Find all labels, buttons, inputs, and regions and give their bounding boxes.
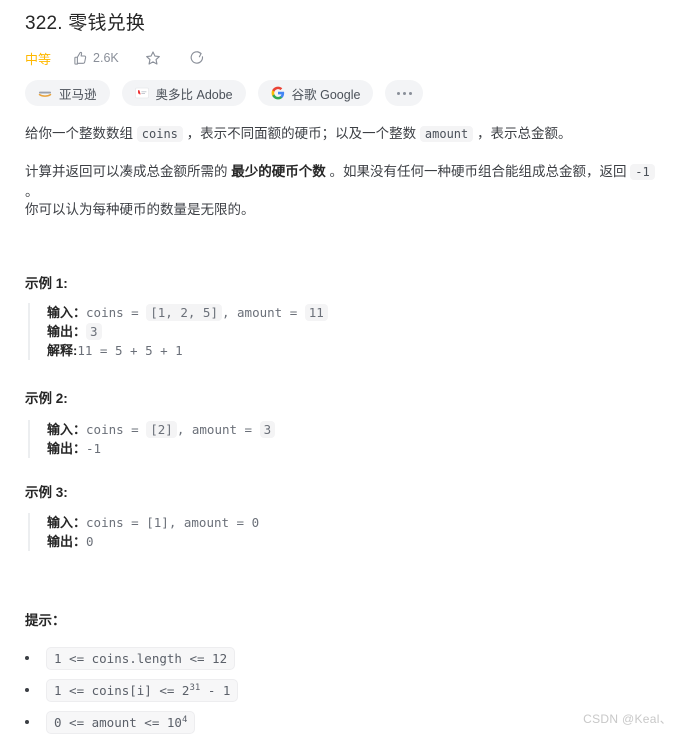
- problem-meta-row: 中等 2.6K: [25, 46, 205, 70]
- hints-list: 1 <= coins.length <= 12 1 <= coins[i] <=…: [25, 642, 239, 736]
- google-logo: [271, 86, 285, 100]
- company-tag-label: 谷歌 Google: [291, 87, 361, 102]
- input-label: 输入：: [47, 515, 87, 530]
- input-amount-value: 11: [304, 304, 328, 321]
- company-tag-adobe[interactable]: 奥多比 Adobe: [121, 80, 246, 106]
- output-label: 输出：: [47, 324, 87, 339]
- explain-label: 解释:: [47, 343, 78, 358]
- hint-constraint: 1 <= coins.length <= 12: [46, 646, 236, 670]
- example-1-block: 输入：coins = [1, 2, 5], amount = 11 输出： 3 解…: [28, 303, 328, 360]
- example-2-output-line: 输出：-1: [47, 439, 275, 458]
- example-2-heading: 示例 2:: [25, 391, 68, 406]
- example-1-input-line: 输入：coins = [1, 2, 5], amount = 11: [47, 303, 328, 322]
- explain-text: 11 = 5 + 5 + 1: [77, 343, 183, 358]
- difficulty-badge: 中等: [25, 51, 52, 67]
- desc-text: ，表示总金额。: [473, 126, 572, 141]
- example-3-input-line: 输入：coins = [1], amount = 0: [47, 513, 259, 532]
- desc-emphasis: 最少的硬币个数: [231, 164, 326, 179]
- company-tag-label: 亚马逊: [59, 87, 97, 102]
- inline-code-minus-one: -1: [630, 164, 655, 180]
- desc-text: 给你一个整数数组: [25, 126, 137, 141]
- hint-base: 1 <= coins.length <= 12: [54, 650, 228, 666]
- hint-item: 1 <= coins.length <= 12: [25, 642, 238, 674]
- example-1-explain-line: 解释:11 = 5 + 5 + 1: [47, 341, 328, 360]
- share-icon: [189, 50, 205, 66]
- input-pre: coins =: [86, 422, 147, 437]
- desc-text: 。如果没有任何一种硬币组合能组成总金额，返回: [325, 164, 631, 179]
- description-paragraph-3: 你可以认为每种硬币的数量是无限的。: [25, 202, 255, 217]
- input-coins-value: [1, 2, 5]: [146, 304, 222, 321]
- bullet-icon: [25, 688, 29, 692]
- hint-base: 0 <= amount <= 10: [54, 714, 182, 730]
- example-2-block: 输入：coins = [2], amount = 3 输出：-1: [28, 420, 276, 458]
- hints-heading: 提示：: [25, 613, 66, 628]
- input-mid: , amount =: [176, 422, 260, 437]
- hint-sup: 4: [181, 714, 188, 725]
- desc-text: 。: [25, 184, 39, 199]
- example-1-output-line: 输出： 3: [47, 322, 328, 341]
- example-1-heading: 示例 1:: [25, 276, 68, 291]
- input-mid: , amount =: [221, 305, 305, 320]
- description-paragraph-1: 给你一个整数数组 coins ，表示不同面额的硬币；以及一个整数 amount …: [25, 124, 670, 144]
- adobe-logo: [134, 86, 149, 100]
- like-button[interactable]: 2.6K: [73, 51, 119, 66]
- favorite-button[interactable]: [145, 50, 161, 66]
- input-pre: coins =: [86, 515, 147, 530]
- input-amount-value: 3: [259, 421, 276, 438]
- inline-code-amount: amount: [419, 126, 474, 142]
- company-tag-google[interactable]: 谷歌 Google: [257, 80, 374, 106]
- description-paragraph-2: 计算并返回可以凑成总金额所需的 最少的硬币个数 。如果没有任何一种硬币组合能组成…: [25, 162, 670, 202]
- more-companies-button[interactable]: [385, 80, 424, 106]
- input-label: 输入：: [47, 305, 87, 320]
- thumbs-up-icon: [73, 51, 88, 66]
- desc-text: ，表示不同面额的硬币；以及一个整数: [182, 126, 420, 141]
- hint-sup: 31: [189, 682, 201, 693]
- example-3-output-line: 输出：0: [47, 532, 259, 551]
- input-coins-value: [2]: [146, 421, 177, 438]
- output-value: 3: [86, 323, 102, 340]
- watermark: CSDN @Keal、: [583, 712, 672, 726]
- company-tag-amazon[interactable]: 亚马逊: [25, 80, 110, 106]
- amazon-logo: [38, 86, 52, 100]
- bullet-icon: [25, 720, 29, 724]
- hint-constraint: 1 <= coins[i] <= 231 - 1: [46, 678, 239, 702]
- desc-text: 计算并返回可以凑成总金额所需的: [25, 164, 232, 179]
- input-pre: coins =: [86, 305, 147, 320]
- example-2-input-line: 输入：coins = [2], amount = 3: [47, 420, 276, 439]
- output-label: 输出：: [47, 441, 87, 456]
- like-count: 2.6K: [93, 51, 119, 65]
- ellipsis-icon: [396, 91, 412, 95]
- input-amount-value: 0: [251, 515, 260, 530]
- output-label: 输出：: [47, 534, 87, 549]
- problem-page: 322. 零钱兑换 中等 2.6K 亚马逊 奥多比 Adobe 谷歌 Googl…: [0, 0, 686, 736]
- example-3-block: 输入：coins = [1], amount = 0 输出：0: [28, 513, 259, 551]
- output-value: -1: [86, 441, 102, 456]
- page-title: 322. 零钱兑换: [25, 13, 146, 34]
- output-value: 0: [86, 534, 94, 549]
- hint-item: 0 <= amount <= 104: [25, 706, 238, 736]
- star-icon: [145, 50, 161, 66]
- share-button[interactable]: [189, 50, 205, 66]
- company-tag-label: 奥多比 Adobe: [155, 87, 233, 102]
- input-coins-value: [1]: [146, 515, 169, 530]
- input-label: 输入：: [47, 422, 87, 437]
- company-tag-list: 亚马逊 奥多比 Adobe 谷歌 Google: [25, 80, 424, 106]
- hint-tail: - 1: [200, 682, 231, 698]
- inline-code-coins: coins: [136, 126, 183, 142]
- input-mid: , amount =: [168, 515, 252, 530]
- hint-base: 1 <= coins[i] <= 2: [54, 682, 190, 698]
- bullet-icon: [25, 656, 29, 660]
- hint-constraint: 0 <= amount <= 104: [46, 710, 196, 734]
- hint-item: 1 <= coins[i] <= 231 - 1: [25, 674, 239, 706]
- example-3-heading: 示例 3:: [25, 485, 68, 500]
